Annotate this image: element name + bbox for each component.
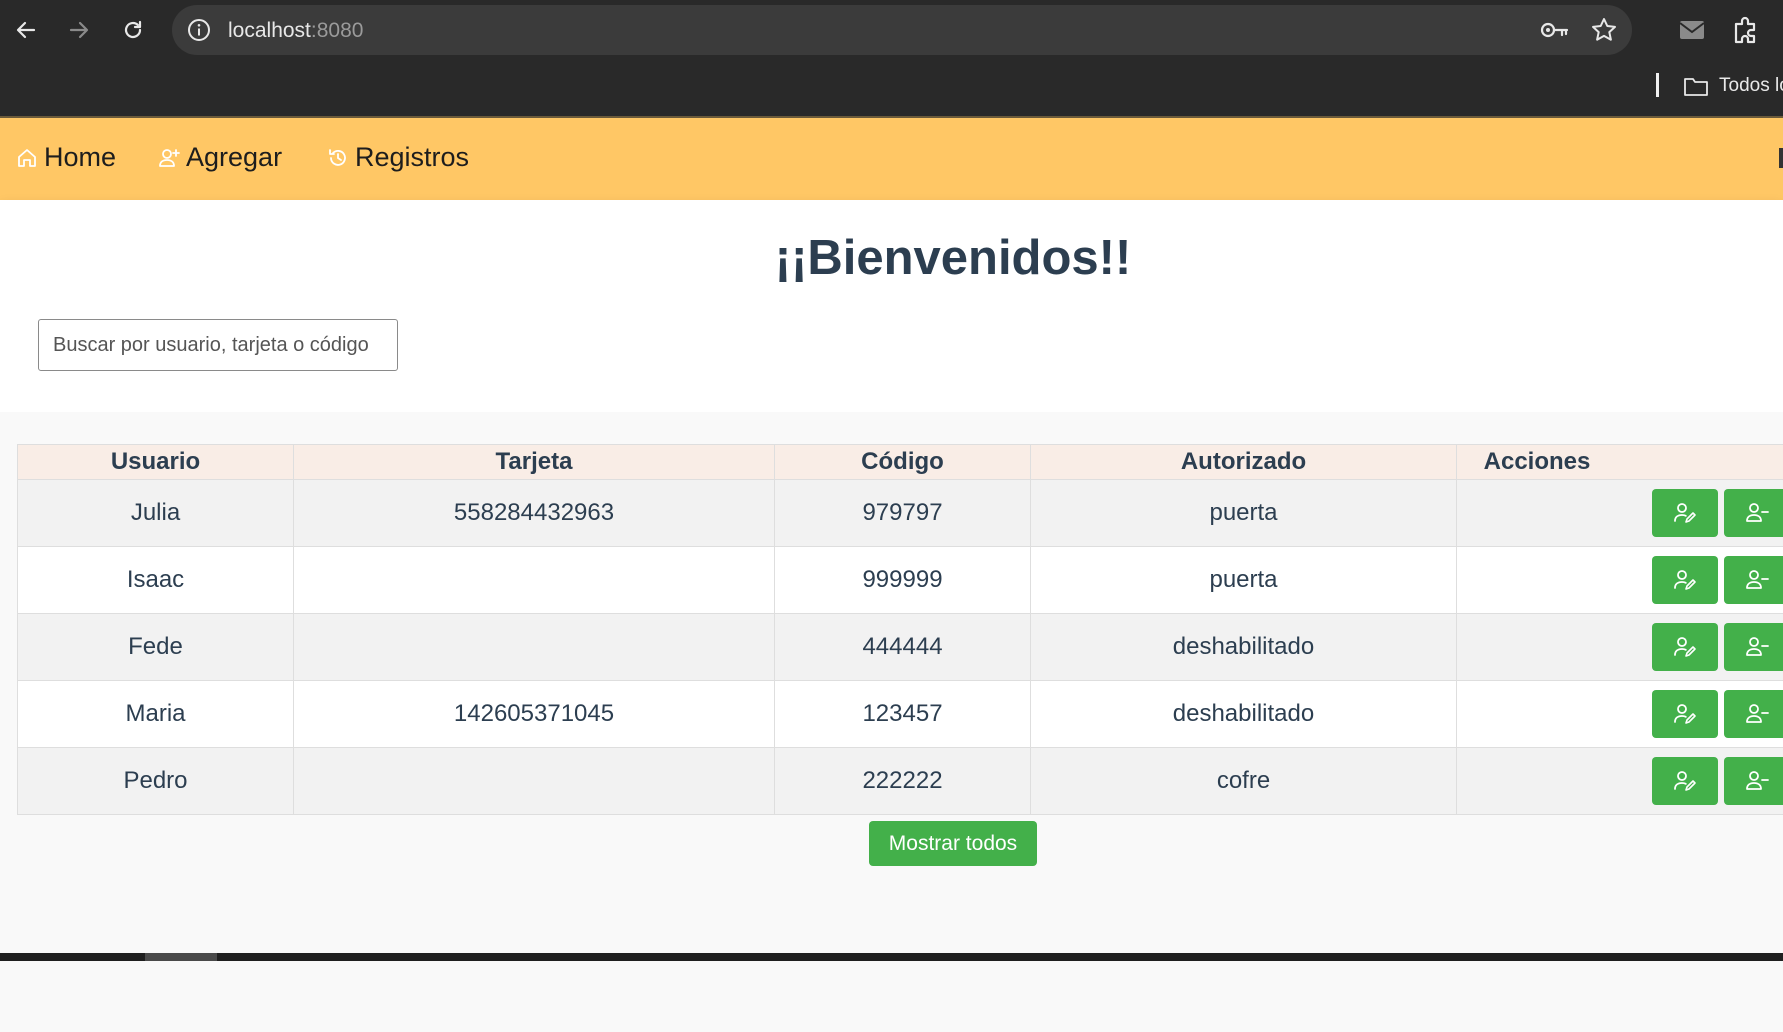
url-text[interactable]: localhost:8080 [228, 19, 363, 43]
cell-usuario: Julia [18, 480, 294, 547]
edit-user-button[interactable] [1652, 623, 1718, 671]
url-host: localhost [228, 19, 311, 42]
header-autorizado: Autorizado [1031, 445, 1457, 480]
back-button[interactable] [8, 12, 44, 48]
cell-usuario: Pedro [18, 748, 294, 815]
nav-registros[interactable]: Registros [327, 142, 469, 173]
cell-usuario: Isaac [18, 547, 294, 614]
nav-home[interactable]: Home [16, 142, 116, 173]
cell-acciones [1457, 614, 1783, 681]
header-codigo: Código [775, 445, 1031, 480]
extensions-puzzle-icon[interactable] [1731, 15, 1761, 45]
url-port: :8080 [311, 19, 364, 42]
remove-user-button[interactable] [1724, 489, 1783, 537]
cell-autorizado: cofre [1031, 748, 1457, 815]
header-acciones: Acciones [1457, 445, 1783, 480]
edit-user-button[interactable] [1652, 489, 1718, 537]
user-remove-icon [1744, 768, 1770, 794]
nav-registros-label: Registros [355, 142, 469, 173]
user-remove-icon [1744, 701, 1770, 727]
password-key-icon[interactable] [1540, 16, 1570, 44]
header-acciones-label: Acciones [1484, 448, 1591, 476]
cell-usuario: Maria [18, 681, 294, 748]
bottom-scrollbar-thumb[interactable] [145, 953, 217, 961]
user-edit-icon [1672, 701, 1698, 727]
remove-user-button[interactable] [1724, 757, 1783, 805]
header-tarjeta: Tarjeta [294, 445, 775, 480]
home-icon [16, 147, 38, 169]
show-all-button[interactable]: Mostrar todos [869, 821, 1037, 866]
nav-agregar-label: Agregar [186, 142, 282, 173]
table-row: Pedro 222222 cofre [18, 748, 1783, 815]
user-add-icon [158, 147, 180, 169]
user-edit-icon [1672, 634, 1698, 660]
navbar-edge-item [1779, 148, 1783, 168]
table-section: Usuario Tarjeta Código Autorizado Accion… [0, 412, 1783, 1032]
history-icon [327, 147, 349, 169]
mail-icon[interactable] [1677, 15, 1707, 45]
table-row: Julia 558284432963 979797 puerta [18, 480, 1783, 547]
table-row: Maria 142605371045 123457 deshabilitado [18, 681, 1783, 748]
edit-user-button[interactable] [1652, 556, 1718, 604]
remove-user-button[interactable] [1724, 556, 1783, 604]
user-edit-icon [1672, 768, 1698, 794]
browser-chrome: localhost:8080 Todos lo [0, 0, 1783, 116]
cell-acciones [1457, 681, 1783, 748]
cell-acciones [1457, 547, 1783, 614]
remove-user-button[interactable] [1724, 690, 1783, 738]
cell-acciones [1457, 480, 1783, 547]
cell-acciones [1457, 748, 1783, 815]
nav-agregar[interactable]: Agregar [158, 142, 282, 173]
edit-user-button[interactable] [1652, 757, 1718, 805]
cell-codigo: 999999 [775, 547, 1031, 614]
remove-user-button[interactable] [1724, 623, 1783, 671]
reload-button[interactable] [115, 12, 151, 48]
user-edit-icon [1672, 500, 1698, 526]
table-row: Isaac 999999 puerta [18, 547, 1783, 614]
users-table: Usuario Tarjeta Código Autorizado Accion… [17, 444, 1783, 815]
bookmarks-folder-label[interactable]: Todos lo [1719, 75, 1783, 97]
cell-tarjeta [294, 748, 775, 815]
nav-home-label: Home [44, 142, 116, 173]
cell-tarjeta: 558284432963 [294, 480, 775, 547]
cell-tarjeta [294, 547, 775, 614]
bottom-scrollbar[interactable] [0, 953, 1783, 961]
folder-icon[interactable] [1683, 75, 1709, 97]
address-bar[interactable]: localhost:8080 [172, 5, 1632, 55]
reload-icon [121, 18, 145, 42]
app-navbar: Home Agregar Registros [0, 116, 1783, 200]
cell-usuario: Fede [18, 614, 294, 681]
forward-button[interactable] [61, 12, 97, 48]
cell-codigo: 979797 [775, 480, 1031, 547]
cell-codigo: 123457 [775, 681, 1031, 748]
bookmarks-separator [1656, 73, 1659, 97]
cell-autorizado: deshabilitado [1031, 614, 1457, 681]
user-edit-icon [1672, 567, 1698, 593]
cell-autorizado: deshabilitado [1031, 681, 1457, 748]
cell-autorizado: puerta [1031, 480, 1457, 547]
arrow-left-icon [14, 18, 38, 42]
page-title: ¡¡Bienvenidos!! [0, 230, 1783, 286]
table-row: Fede 444444 deshabilitado [18, 614, 1783, 681]
cell-tarjeta: 142605371045 [294, 681, 775, 748]
main-card: ¡¡Bienvenidos!! Usuario Tarjeta Código A… [0, 200, 1783, 895]
user-remove-icon [1744, 634, 1770, 660]
edit-user-button[interactable] [1652, 690, 1718, 738]
bookmark-star-icon[interactable] [1590, 16, 1618, 44]
cell-tarjeta [294, 614, 775, 681]
site-info-icon[interactable] [186, 17, 212, 43]
cell-codigo: 444444 [775, 614, 1031, 681]
user-remove-icon [1744, 567, 1770, 593]
user-remove-icon [1744, 500, 1770, 526]
arrow-right-icon [67, 18, 91, 42]
cell-codigo: 222222 [775, 748, 1031, 815]
cell-autorizado: puerta [1031, 547, 1457, 614]
header-usuario: Usuario [18, 445, 294, 480]
table-header-row: Usuario Tarjeta Código Autorizado Accion… [18, 445, 1783, 480]
search-input[interactable] [38, 319, 398, 371]
